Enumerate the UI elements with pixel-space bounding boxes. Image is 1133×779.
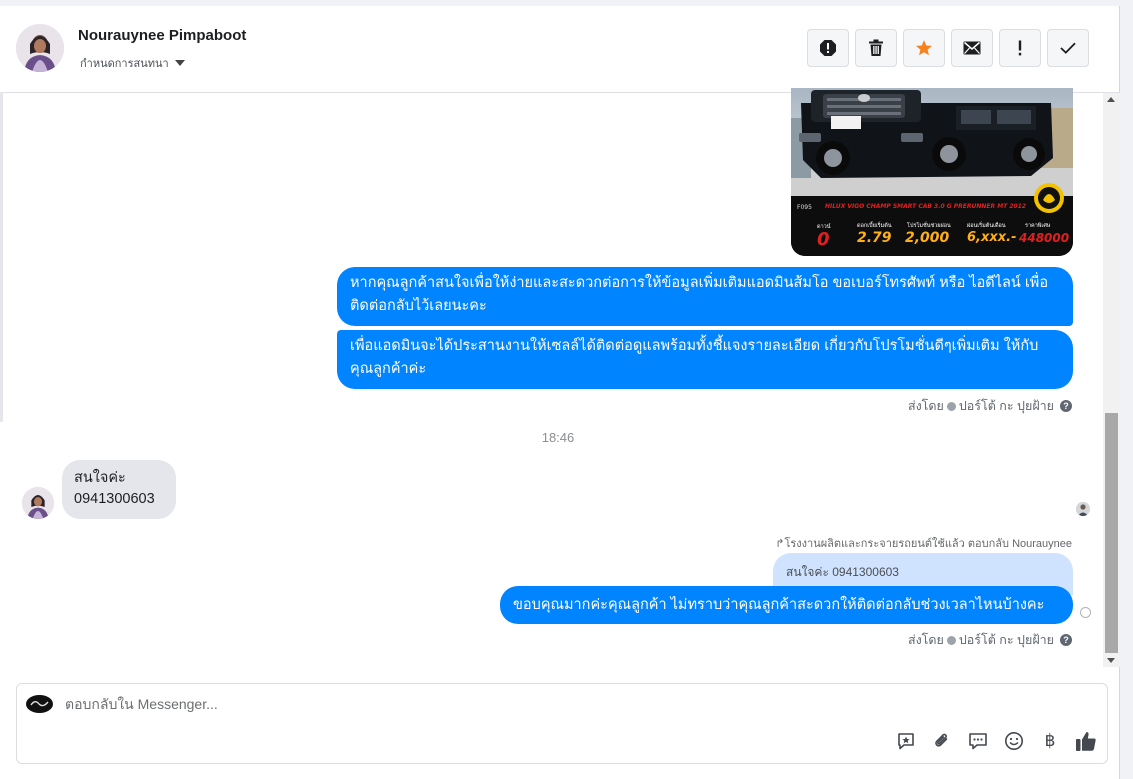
car-ad-image[interactable]: F095 HILUX VIGO CHAMP SMART CAB 3.0 G PR… — [791, 88, 1073, 256]
payment-button[interactable]: ฿ — [1039, 730, 1061, 752]
checkmark-icon — [1060, 42, 1076, 54]
attachment-icon — [935, 733, 948, 747]
message-timestamp: 18:46 — [541, 430, 575, 445]
seen-avatar — [1076, 502, 1090, 516]
attach-file-button[interactable] — [931, 730, 953, 752]
monthly-value: 6,xxx.- — [967, 230, 1017, 245]
verified-icon — [946, 635, 956, 645]
report-icon — [820, 40, 836, 56]
car-ad-code: F095 — [797, 204, 812, 211]
reply-input[interactable] — [65, 696, 765, 712]
exclamation-icon — [1018, 40, 1022, 56]
contact-name[interactable]: Nourauynee Pimpaboot — [78, 27, 246, 44]
star-icon — [916, 40, 932, 56]
outgoing-message[interactable]: เพื่อแอดมินจะได้ประสานงานให้เซลล์ได้ติดต… — [337, 330, 1073, 389]
sent-by-label: ส่งโดย ปอร์โต้ กะ ปุยฝ้าย ? — [908, 630, 1072, 650]
envelope-icon — [963, 41, 981, 55]
caret-down-icon — [174, 60, 185, 66]
emoji-icon — [1005, 732, 1023, 750]
thumbs-up-icon — [1076, 732, 1096, 751]
saved-reply-icon — [898, 733, 914, 750]
help-icon[interactable]: ? — [1060, 634, 1072, 646]
monthly-label: ผ่อนเริ่มต้นเดือน — [967, 223, 1006, 229]
price-label: ราคาพิเศษ — [1025, 223, 1051, 229]
saved-reply-button[interactable] — [895, 730, 917, 752]
report-spam-button[interactable] — [807, 29, 849, 67]
scroll-thumb[interactable] — [1105, 413, 1118, 653]
promo-label: โปรโมชั่นช่วยผ่อน — [907, 223, 951, 229]
assign-label: กำหนดการสนทนา — [80, 58, 169, 70]
sent-by-label: ส่งโดย ปอร์โต้ กะ ปุยฝ้าย ? — [908, 396, 1072, 416]
emoji-button[interactable] — [1003, 730, 1025, 752]
star-button[interactable] — [903, 29, 945, 67]
outgoing-message[interactable]: ขอบคุณมากค่ะคุณลูกค้า ไม่ทราบว่าคุณลูกค้… — [500, 586, 1073, 624]
mark-unread-button[interactable] — [951, 29, 993, 67]
quick-reply-button[interactable] — [967, 730, 989, 752]
car-ad-model: HILUX VIGO CHAMP SMART CAB 3.0 G PRERUNN… — [825, 203, 1027, 210]
down-value: 0 — [817, 229, 830, 250]
page-avatar — [26, 695, 53, 713]
mark-done-button[interactable] — [1047, 29, 1089, 67]
message-composer: ฿ — [16, 683, 1108, 764]
sent-by-name: ปอร์โต้ กะ ปุยฝ้าย — [958, 633, 1054, 647]
baht-icon: ฿ — [1044, 731, 1056, 751]
scroll-down-arrow-icon[interactable] — [1107, 658, 1115, 663]
scroll-up-arrow-icon[interactable] — [1107, 97, 1115, 102]
incoming-line: 0941300603 — [74, 491, 155, 507]
reply-context-note: ↱โรงงานผลิตและกระจายรถยนต์ใช้แล้ว ตอบกลั… — [775, 538, 1072, 550]
conversation-header: Nourauynee Pimpaboot กำหนดการสนทนา — [0, 0, 1120, 93]
interest-value: 2.79 — [857, 230, 892, 246]
like-button[interactable] — [1075, 730, 1097, 752]
contact-avatar-small[interactable] — [22, 487, 54, 519]
assign-conversation-dropdown[interactable]: กำหนดการสนทนา — [80, 54, 185, 72]
trash-icon — [869, 39, 883, 56]
window-edge — [1120, 0, 1133, 779]
quick-reply-icon — [969, 733, 987, 750]
verified-icon — [946, 401, 956, 411]
composer-tools: ฿ — [895, 730, 1097, 752]
left-divider — [0, 92, 3, 422]
conversation-panel: Nourauynee Pimpaboot กำหนดการสนทนา F095 … — [0, 0, 1120, 779]
messages-scrollbar[interactable] — [1103, 93, 1120, 667]
sent-by-prefix: ส่งโดย — [907, 633, 944, 647]
header-actions — [807, 29, 1089, 67]
follow-up-button[interactable] — [999, 29, 1041, 67]
contact-avatar[interactable] — [16, 24, 64, 72]
interest-label: ดอกเบี้ยเริ่มต้น — [857, 223, 892, 229]
delete-button[interactable] — [855, 29, 897, 67]
sent-status-icon — [1080, 607, 1091, 618]
incoming-message[interactable]: สนใจค่ะ 0941300603 — [62, 460, 176, 519]
promo-value: 2,000 — [905, 230, 950, 246]
sent-by-prefix: ส่งโดย — [907, 399, 944, 413]
incoming-line: สนใจค่ะ — [74, 470, 126, 486]
price-value: 448000 — [1019, 231, 1070, 245]
outgoing-message[interactable]: หากคุณลูกค้าสนใจเพื่อให้ง่ายและสะดวกต่อก… — [337, 267, 1073, 326]
sent-by-name: ปอร์โต้ กะ ปุยฝ้าย — [958, 399, 1054, 413]
help-icon[interactable]: ? — [1060, 400, 1072, 412]
